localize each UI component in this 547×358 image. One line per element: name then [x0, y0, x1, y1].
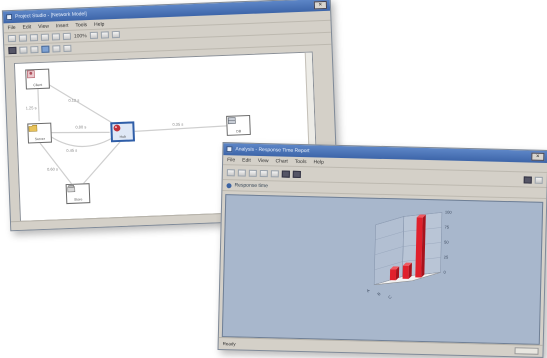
edge-label: 0.80 s — [75, 124, 86, 129]
back-icon[interactable] — [226, 183, 231, 188]
node-server[interactable]: Server — [27, 123, 52, 144]
link-server-hub[interactable] — [51, 130, 110, 134]
edge-label: 0.35 s — [172, 122, 183, 127]
y-tick-label: 100 — [445, 210, 453, 215]
menu-insert[interactable]: Insert — [56, 22, 69, 28]
folder-icon — [28, 124, 37, 132]
zoom-out-icon[interactable] — [101, 31, 109, 38]
chart-plot-area: 0 25 50 75 100 ABC — [222, 194, 543, 345]
y-tick-label: 25 — [444, 254, 449, 259]
node-label: Server — [29, 137, 51, 142]
node-label: Hub — [113, 134, 133, 139]
node-hub[interactable]: Hub — [110, 121, 135, 142]
filter-icon[interactable] — [271, 170, 279, 177]
edge-label: 0.45 s — [66, 148, 77, 153]
module-icon — [112, 124, 121, 132]
menu-tools[interactable]: Tools — [75, 22, 87, 28]
menu-edit[interactable]: Edit — [242, 157, 251, 163]
connector-icon[interactable] — [30, 46, 38, 53]
menu-file[interactable]: File — [7, 24, 15, 30]
x-tick-label: B — [376, 291, 382, 297]
close-button[interactable]: × — [314, 1, 327, 9]
settings-icon[interactable] — [524, 176, 532, 183]
link-hub-db[interactable] — [135, 126, 227, 132]
archive-icon — [67, 185, 76, 193]
run-icon[interactable] — [41, 46, 49, 53]
edge-label: 0.12 s — [68, 97, 79, 102]
node-db[interactable]: DB — [226, 115, 251, 136]
node-icon[interactable] — [19, 46, 27, 53]
chart-type-icon[interactable] — [293, 170, 301, 177]
y-tick-label: 75 — [445, 224, 450, 229]
menu-view[interactable]: View — [258, 157, 269, 163]
menu-tools[interactable]: Tools — [295, 158, 307, 164]
y-tick-label: 50 — [444, 239, 449, 244]
edge-label: 1.25 s — [26, 105, 37, 110]
paste-icon[interactable] — [63, 33, 71, 40]
menu-file[interactable]: File — [227, 157, 235, 163]
cut-icon[interactable] — [41, 34, 49, 41]
menu-view[interactable]: View — [38, 23, 49, 29]
link-icon[interactable] — [112, 31, 120, 38]
bar — [403, 266, 409, 279]
open-icon[interactable] — [19, 34, 27, 41]
pointer-icon[interactable] — [8, 47, 16, 54]
x-tick-label: C — [387, 294, 393, 300]
node-label: Store — [67, 197, 89, 202]
link-client-server[interactable] — [38, 89, 39, 121]
print-icon[interactable] — [227, 169, 235, 176]
bar-chart-3d: 0 25 50 75 100 ABC — [223, 195, 542, 343]
link-server-hub-arc[interactable] — [51, 134, 112, 147]
user-icon — [26, 70, 35, 78]
menu-edit[interactable]: Edit — [22, 24, 31, 30]
storage-icon — [227, 116, 236, 124]
zoom-level[interactable]: 100% — [74, 33, 87, 39]
camera-icon[interactable] — [282, 170, 290, 177]
zoom-in-icon[interactable] — [90, 32, 98, 39]
node-label: DB — [228, 129, 250, 134]
bar — [390, 269, 396, 280]
chart-path-text: Response time — [234, 182, 267, 189]
properties-icon[interactable] — [63, 45, 71, 52]
save-icon[interactable] — [30, 34, 38, 41]
status-text: Ready — [223, 341, 236, 346]
link-client-hub[interactable] — [46, 80, 118, 129]
refresh-icon[interactable] — [535, 176, 543, 183]
copy-icon[interactable] — [260, 169, 268, 176]
link-hub-store[interactable] — [82, 142, 122, 183]
x-tick-label: A — [365, 288, 371, 294]
status-indicator — [514, 347, 538, 355]
menu-help[interactable]: Help — [94, 21, 105, 27]
export-icon[interactable] — [238, 169, 246, 176]
stop-icon[interactable] — [52, 45, 60, 52]
menu-chart[interactable]: Chart — [276, 158, 288, 164]
close-button[interactable]: × — [531, 153, 544, 161]
chart-report-window: Analysis - Response Time Report × File E… — [218, 142, 547, 358]
node-label: Client — [27, 83, 49, 88]
edge-label: 0.60 s — [47, 166, 58, 171]
open-icon[interactable] — [249, 169, 257, 176]
new-icon[interactable] — [8, 35, 16, 42]
y-tick-label: 0 — [443, 269, 446, 274]
menu-help[interactable]: Help — [313, 159, 323, 165]
node-client[interactable]: Client — [25, 69, 50, 90]
copy-icon[interactable] — [52, 33, 60, 40]
node-store[interactable]: Store — [66, 183, 91, 204]
